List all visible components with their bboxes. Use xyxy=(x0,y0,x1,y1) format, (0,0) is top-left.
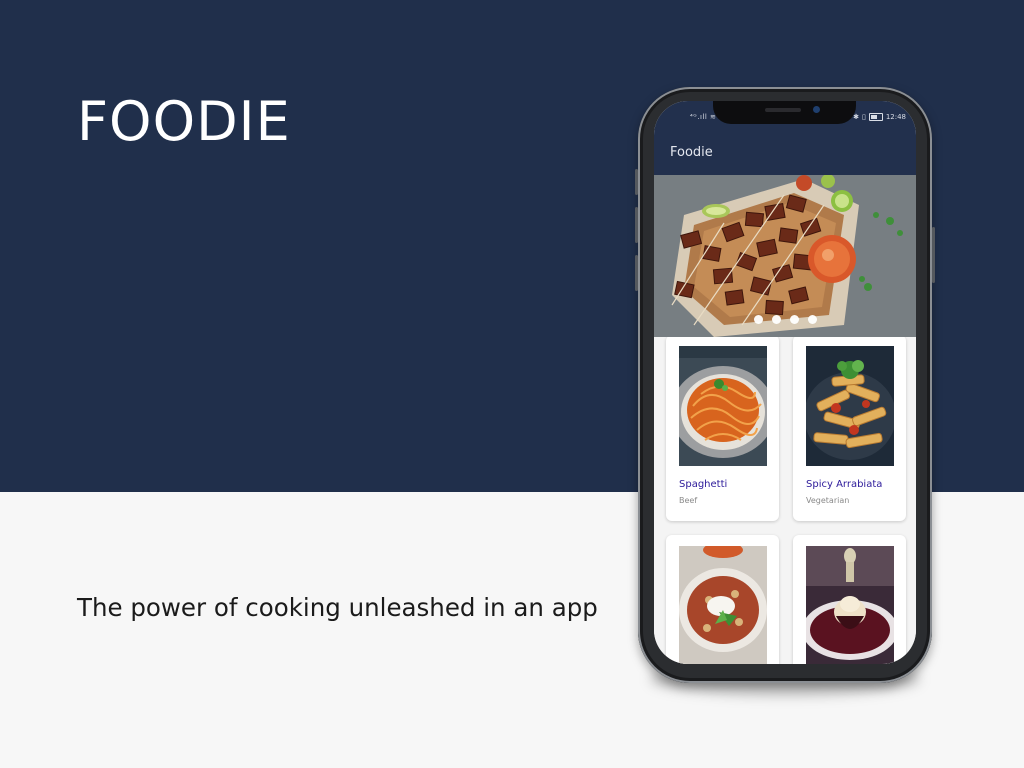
recipe-image xyxy=(806,546,894,664)
carousel-dot[interactable] xyxy=(789,315,799,324)
carousel-dot[interactable] xyxy=(753,315,763,324)
recipe-grid: Spaghetti Beef Spicy Arrabiata Vegetaria… xyxy=(654,337,916,664)
front-camera xyxy=(813,106,820,113)
volume-button xyxy=(635,255,638,291)
recipe-category: Beef xyxy=(679,496,698,505)
recipe-name: Spaghetti xyxy=(679,479,728,490)
recipe-card-chili[interactable] xyxy=(666,535,779,664)
power-button xyxy=(932,227,935,283)
recipe-card-spaghetti[interactable]: Spaghetti Beef xyxy=(666,337,779,521)
volume-up-button xyxy=(635,169,638,195)
recipe-name: Spicy Arrabiata xyxy=(806,479,883,490)
signal-icon: ⁴ᴳ.ıll ≋ xyxy=(690,113,717,121)
phone-screen: ⁴ᴳ.ıll ≋ ✱ ▯ 12:48 Foodie Spaghetti Beef… xyxy=(654,101,916,664)
app-bar-title: Foodie xyxy=(670,145,713,160)
camera-notch xyxy=(713,101,856,124)
carousel-dot[interactable] xyxy=(771,315,781,324)
battery-icon xyxy=(868,113,883,121)
recipe-card-spicy-arrabiata[interactable]: Spicy Arrabiata Vegetarian xyxy=(793,337,906,521)
carousel-image xyxy=(654,175,916,337)
recipe-image xyxy=(679,346,767,466)
carousel-indicators xyxy=(654,315,916,329)
brand-title: FOODIE xyxy=(77,90,291,153)
tagline: The power of cooking unleashed in an app xyxy=(77,593,598,622)
carousel-dot[interactable] xyxy=(807,315,817,324)
vibrate-icon: ▯ xyxy=(861,113,866,121)
recipe-image xyxy=(679,546,767,664)
featured-carousel[interactable] xyxy=(654,175,916,337)
status-indicators: ✱ ▯ 12:48 xyxy=(853,113,906,121)
recipe-category: Vegetarian xyxy=(806,496,850,505)
app-bar: Foodie xyxy=(654,131,916,175)
recipe-image xyxy=(806,346,894,466)
speaker-grille xyxy=(765,108,801,112)
status-bar: ⁴ᴳ.ıll ≋ ✱ ▯ 12:48 xyxy=(654,101,916,131)
recipe-card-dessert[interactable] xyxy=(793,535,906,664)
volume-down-button xyxy=(635,207,638,243)
status-time: 12:48 xyxy=(885,113,906,121)
